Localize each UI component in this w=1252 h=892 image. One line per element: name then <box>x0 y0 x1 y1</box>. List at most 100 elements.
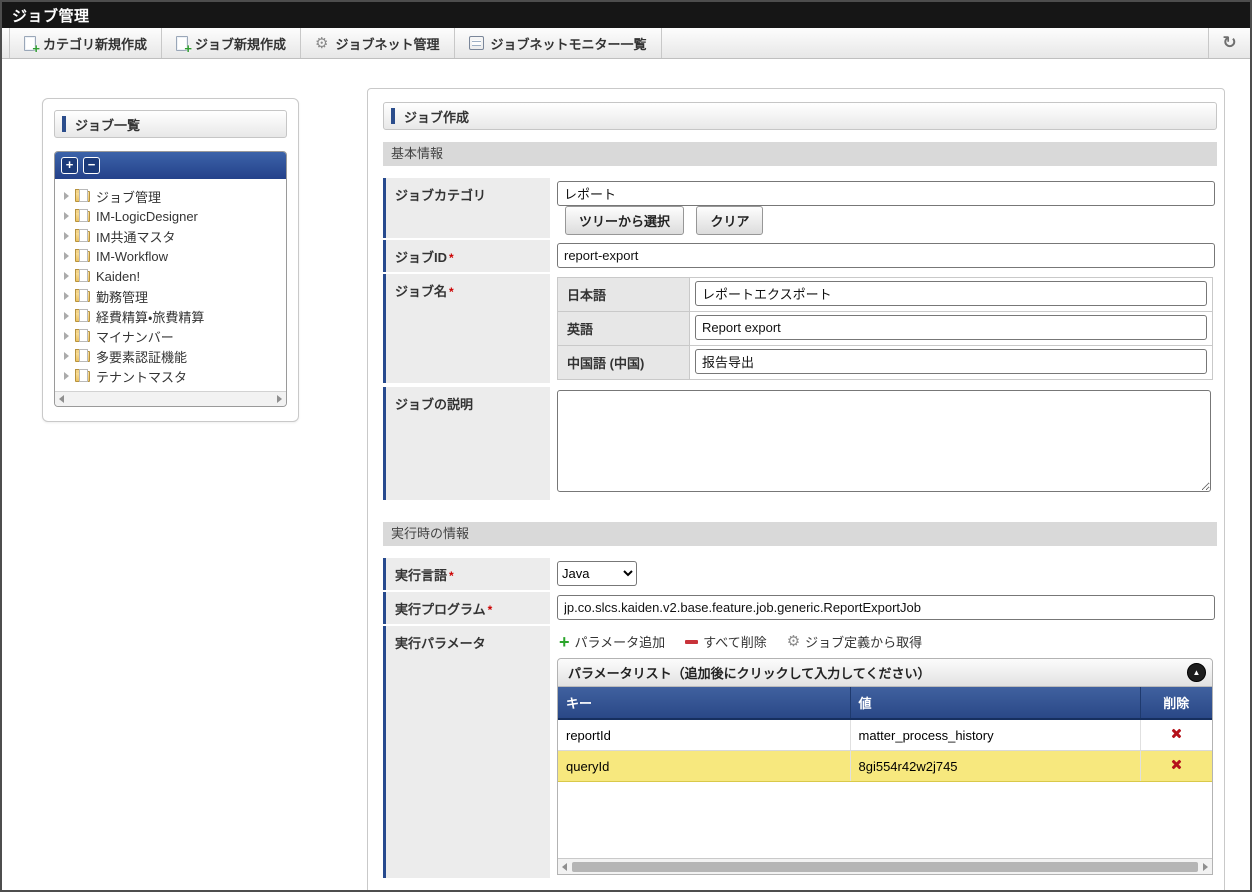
doc-plus-icon <box>176 36 188 51</box>
exec-program-label: 実行プログラム* <box>383 592 550 624</box>
form-row-exec-params: 実行パラメータ + パラメータ追加 すべて削除 ⚙ <box>383 626 1217 878</box>
folder-icon <box>75 191 90 202</box>
minus-icon <box>685 640 698 644</box>
form-row-job-id: ジョブID* <box>383 240 1217 272</box>
job-name-label: ジョブ名* <box>383 274 550 383</box>
description-textarea[interactable] <box>557 390 1211 492</box>
form-row-category: ジョブカテゴリ ツリーから選択 クリア <box>383 178 1217 238</box>
collapse-panel-icon[interactable]: ▲ <box>1187 663 1206 682</box>
scroll-right-icon[interactable] <box>277 395 282 403</box>
job-id-input[interactable] <box>557 243 1215 268</box>
param-key-cell[interactable]: queryId <box>558 751 850 782</box>
tree-item[interactable]: IM-LogicDesigner <box>64 206 282 226</box>
job-name-ja-input[interactable] <box>695 281 1207 306</box>
toolbar-button-jobnet-monitor[interactable]: ジョブネットモニター一覧 <box>455 28 662 58</box>
job-tree-header: + − <box>55 152 286 179</box>
list-icon <box>469 36 484 50</box>
category-label: ジョブカテゴリ <box>383 178 550 238</box>
tree-item[interactable]: マイナンバー <box>64 326 282 346</box>
form-row-job-name: ジョブ名* 日本語 英語 <box>383 274 1217 383</box>
scroll-right-icon[interactable] <box>1203 863 1208 871</box>
plus-icon: + <box>559 636 570 648</box>
collapse-all-icon[interactable]: − <box>83 157 100 174</box>
scroll-left-icon[interactable] <box>562 863 567 871</box>
exec-program-input[interactable] <box>557 595 1215 620</box>
required-mark: * <box>449 251 454 265</box>
exec-language-label: 実行言語* <box>383 558 550 590</box>
param-key-cell[interactable]: reportId <box>558 719 850 751</box>
param-value-cell[interactable]: 8gi554r42w2j745 <box>850 751 1140 782</box>
expand-arrow-icon[interactable] <box>64 292 69 300</box>
get-from-definition-button[interactable]: ⚙ ジョブ定義から取得 <box>787 632 922 651</box>
expand-arrow-icon[interactable] <box>64 252 69 260</box>
job-name-en-input[interactable] <box>695 315 1207 340</box>
folder-icon <box>75 371 90 382</box>
toolbar-button-new-job[interactable]: ジョブ新規作成 <box>162 28 301 58</box>
param-table: キー 値 削除 reportId matter_process_history … <box>558 687 1212 782</box>
tree-item[interactable]: IM-Workflow <box>64 246 282 266</box>
form-row-description: ジョブの説明 <box>383 387 1217 500</box>
locale-row-en: 英語 <box>558 312 1212 346</box>
tree-item[interactable]: 経費精算・旅費精算 <box>64 306 282 326</box>
tree-horizontal-scrollbar[interactable] <box>55 391 286 406</box>
tree-item[interactable]: Kaiden! <box>64 266 282 286</box>
form-row-exec-program: 実行プログラム* <box>383 592 1217 624</box>
folder-icon <box>75 291 90 302</box>
expand-all-icon[interactable]: + <box>61 157 78 174</box>
folder-icon <box>75 251 90 262</box>
delete-row-icon[interactable] <box>1170 758 1183 771</box>
add-param-button[interactable]: + パラメータ追加 <box>559 632 665 651</box>
tree-item[interactable]: テナントマスタ <box>64 366 282 386</box>
param-list-header: パラメータリスト（追加後にクリックして入力してください） ▲ <box>558 659 1212 687</box>
category-input[interactable] <box>557 181 1215 206</box>
folder-icon <box>75 331 90 342</box>
column-header-key: キー <box>558 687 850 719</box>
folder-icon <box>75 231 90 242</box>
param-horizontal-scrollbar[interactable] <box>558 858 1212 874</box>
scroll-left-icon[interactable] <box>59 395 64 403</box>
job-list-header: ジョブ一覧 <box>54 110 287 138</box>
section-basic-info: 基本情報 <box>383 142 1217 166</box>
required-mark: * <box>449 285 454 299</box>
expand-arrow-icon[interactable] <box>64 232 69 240</box>
toolbar-button-new-category[interactable]: カテゴリ新規作成 <box>10 28 162 58</box>
toolbar-button-jobnet-manage[interactable]: ⚙ ジョブネット管理 <box>301 28 454 58</box>
exec-language-select[interactable]: Java <box>557 561 637 586</box>
param-row[interactable]: queryId 8gi554r42w2j745 <box>558 751 1212 782</box>
param-value-cell[interactable]: matter_process_history <box>850 719 1140 751</box>
expand-arrow-icon[interactable] <box>64 352 69 360</box>
column-header-delete: 削除 <box>1140 687 1212 719</box>
page-title: ジョブ管理 <box>2 2 1250 28</box>
tree-item[interactable]: 多要素認証機能 <box>64 346 282 366</box>
header-accent-bar <box>391 108 395 124</box>
delete-row-icon[interactable] <box>1170 727 1183 740</box>
param-row[interactable]: reportId matter_process_history <box>558 719 1212 751</box>
expand-arrow-icon[interactable] <box>64 192 69 200</box>
tree-select-button[interactable]: ツリーから選択 <box>565 206 684 235</box>
tree-item[interactable]: ジョブ管理 <box>64 186 282 206</box>
param-list-panel: パラメータリスト（追加後にクリックして入力してください） ▲ キー 値 削除 <box>557 658 1213 875</box>
scrollbar-thumb[interactable] <box>572 862 1198 872</box>
expand-arrow-icon[interactable] <box>64 332 69 340</box>
clear-button[interactable]: クリア <box>696 206 763 235</box>
job-create-header: ジョブ作成 <box>383 102 1217 130</box>
expand-arrow-icon[interactable] <box>64 212 69 220</box>
gear-icon: ⚙ <box>787 634 800 649</box>
expand-arrow-icon[interactable] <box>64 372 69 380</box>
app-window: ジョブ管理 カテゴリ新規作成 ジョブ新規作成 ⚙ ジョブネット管理 ジョブネット… <box>0 0 1252 892</box>
expand-arrow-icon[interactable] <box>64 312 69 320</box>
exec-params-label: 実行パラメータ <box>383 626 550 878</box>
description-label: ジョブの説明 <box>383 387 550 500</box>
folder-icon <box>75 271 90 282</box>
form-row-exec-language: 実行言語* Java <box>383 558 1217 590</box>
expand-arrow-icon[interactable] <box>64 272 69 280</box>
refresh-icon[interactable]: ↻ <box>1208 28 1250 58</box>
tree-item[interactable]: 勤務管理 <box>64 286 282 306</box>
job-name-zh-input[interactable] <box>695 349 1207 374</box>
section-runtime-info: 実行時の情報 <box>383 522 1217 546</box>
content-area: ジョブ一覧 + − ジョブ管理 IM-LogicDesigner IM共通マスタ… <box>2 59 1250 892</box>
delete-all-params-button[interactable]: すべて削除 <box>685 632 767 651</box>
locale-row-ja: 日本語 <box>558 278 1212 312</box>
locale-row-zh: 中国語 (中国) <box>558 346 1212 379</box>
tree-item[interactable]: IM共通マスタ <box>64 226 282 246</box>
